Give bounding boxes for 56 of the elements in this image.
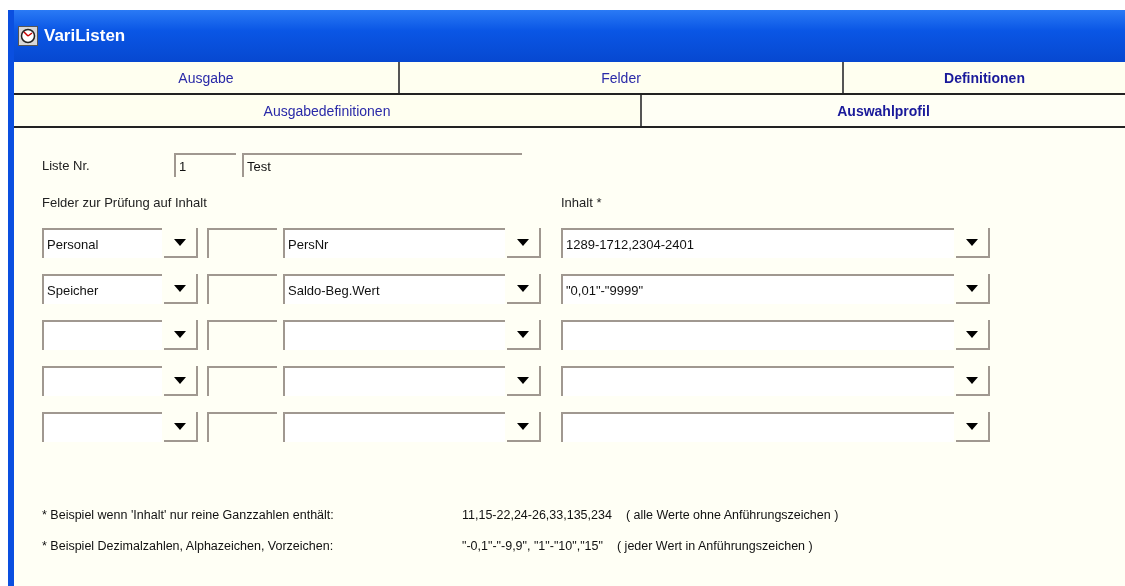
dropdown-button[interactable] [164, 412, 198, 442]
dropdown-button[interactable] [507, 228, 541, 258]
caret-icon [174, 238, 186, 246]
caret-icon [966, 422, 978, 430]
field-dropdown[interactable] [283, 366, 505, 396]
content-dropdown[interactable]: "0,01"-"9999" [561, 274, 954, 304]
example-note: ( alle Werte ohne Anführungszeichen ) [625, 508, 839, 522]
content-heading: Inhalt * [561, 195, 602, 210]
category-dropdown[interactable]: Personal [42, 228, 162, 258]
dropdown-button[interactable] [164, 320, 198, 350]
dropdown-button[interactable] [956, 366, 990, 396]
caret-icon [174, 422, 186, 430]
dropdown-button[interactable] [507, 320, 541, 350]
field-dropdown[interactable] [283, 412, 505, 442]
fields-heading: Felder zur Prüfung auf Inhalt [42, 195, 208, 210]
dropdown-button[interactable] [164, 274, 198, 304]
caret-icon [966, 376, 978, 384]
caret-icon [517, 422, 529, 430]
list-number-field[interactable]: 1 [174, 153, 236, 177]
clock-icon [18, 26, 38, 46]
caret-icon [517, 284, 529, 292]
caret-icon [517, 330, 529, 338]
dropdown-button[interactable] [164, 366, 198, 396]
caret-icon [174, 284, 186, 292]
caret-icon [966, 284, 978, 292]
caret-icon [174, 376, 186, 384]
dropdown-button[interactable] [507, 274, 541, 304]
example-value: 11,15-22,24-26,33,135,234 [462, 508, 612, 522]
dropdown-button[interactable] [507, 412, 541, 442]
caret-icon [174, 330, 186, 338]
caret-icon [517, 376, 529, 384]
dropdown-button[interactable] [956, 228, 990, 258]
dropdown-button[interactable] [956, 320, 990, 350]
tab[interactable]: Ausgabe [14, 62, 400, 93]
field-dropdown[interactable] [283, 320, 505, 350]
list-number-label: Liste Nr. [42, 157, 91, 173]
dropdown-button[interactable] [956, 274, 990, 304]
field-dropdown[interactable]: Saldo-Beg.Wert [283, 274, 505, 304]
caret-icon [966, 330, 978, 338]
dropdown-button[interactable] [164, 228, 198, 258]
caret-icon [517, 238, 529, 246]
tab[interactable]: Definitionen [844, 62, 1125, 93]
content-dropdown[interactable]: 1289-1712,2304-2401 [561, 228, 954, 258]
window-title: VariListen [44, 26, 126, 46]
dropdown-button[interactable] [507, 366, 541, 396]
tab[interactable]: Ausgabedefinitionen [14, 95, 642, 126]
tab[interactable]: Felder [400, 62, 844, 93]
example-value: "-0,1"-"-9,9", "1"-"10","15" [462, 539, 603, 553]
list-name-field[interactable]: Test [242, 153, 522, 177]
category-dropdown[interactable]: Speicher [42, 274, 162, 304]
field-dropdown[interactable]: PersNr [283, 228, 505, 258]
example-label: * Beispiel wenn 'Inhalt' nur reine Ganzzahlen enthält: [42, 508, 335, 522]
example-label: * Beispiel Dezimalzahlen, Alphazeichen, Vorzeichen: [42, 539, 335, 553]
dropdown-button[interactable] [956, 412, 990, 442]
example-note: ( jeder Wert in Anführungszeichen ) [616, 539, 813, 553]
caret-icon [966, 238, 978, 246]
